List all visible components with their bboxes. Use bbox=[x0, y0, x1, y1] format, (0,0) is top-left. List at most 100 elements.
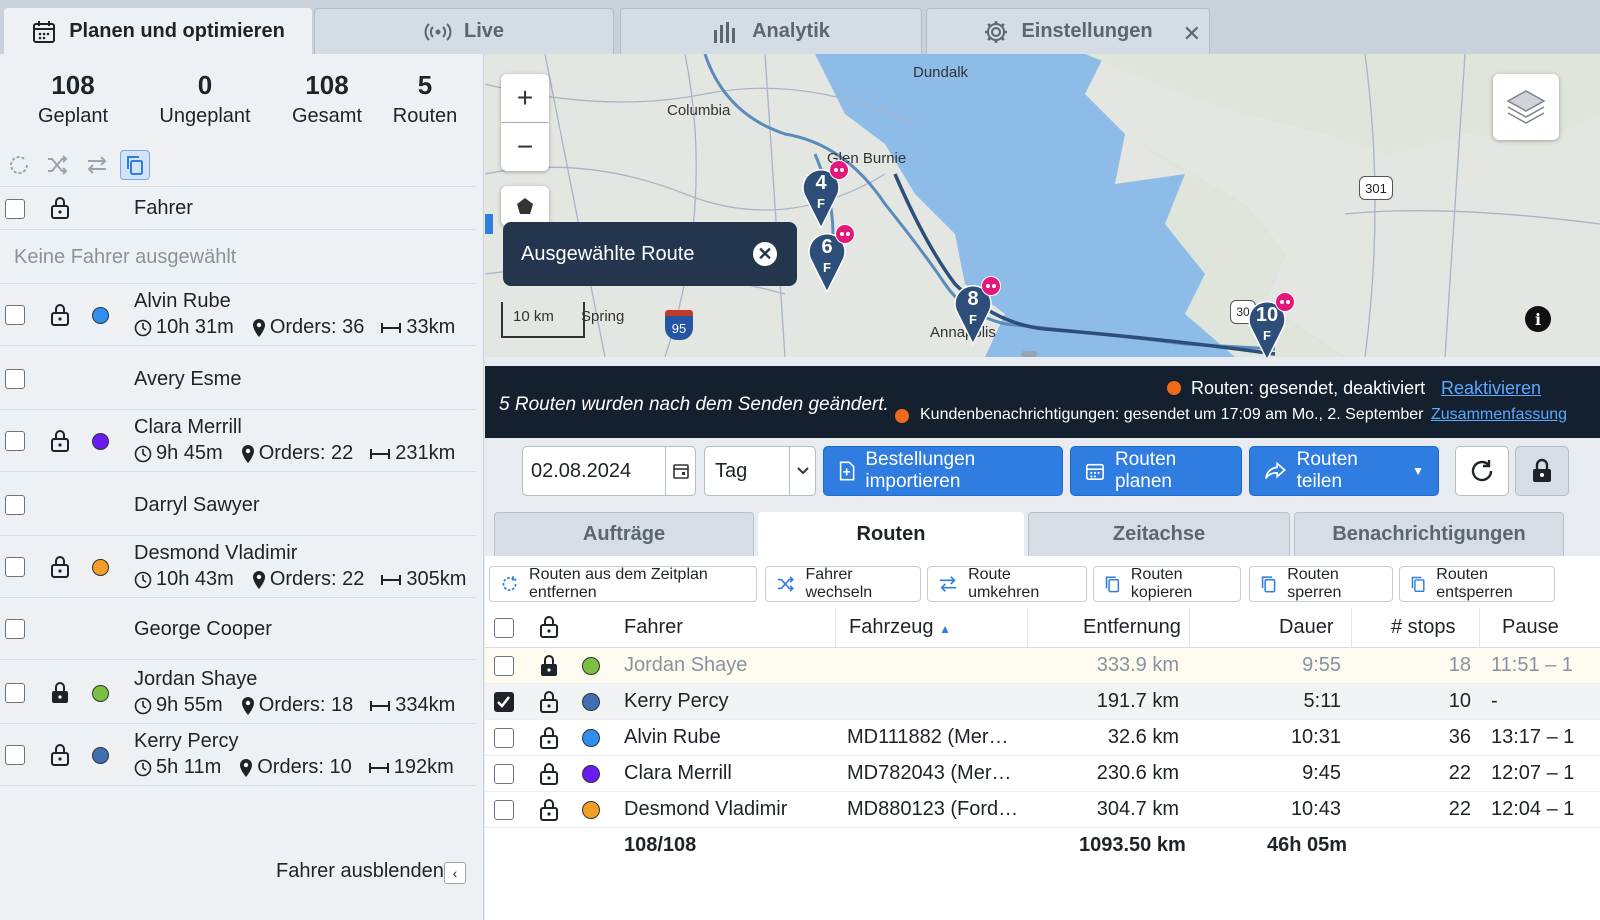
polygon-tool-button[interactable] bbox=[501, 186, 549, 226]
driver-row[interactable]: Darryl Sawyer bbox=[0, 474, 476, 536]
drivers-column-header[interactable]: Fahrer bbox=[134, 197, 193, 220]
tab-plan-optimize[interactable]: Planen und optimieren bbox=[4, 8, 312, 54]
route-checkbox[interactable] bbox=[494, 656, 514, 676]
driver-checkbox[interactable] bbox=[5, 305, 25, 325]
column-stops[interactable]: # stops bbox=[1391, 616, 1455, 639]
tab-timeline[interactable]: Zeitachse bbox=[1028, 512, 1290, 556]
lock-open-icon[interactable] bbox=[539, 690, 559, 714]
lock-icon[interactable] bbox=[539, 654, 559, 678]
copy-routes-button[interactable]: Routen kopieren bbox=[1093, 566, 1241, 602]
import-orders-button[interactable]: Bestellungen importieren bbox=[823, 446, 1063, 496]
lock-open-icon[interactable] bbox=[50, 429, 70, 453]
select-all-checkbox[interactable] bbox=[5, 199, 25, 219]
route-checkbox[interactable] bbox=[494, 692, 514, 712]
route-row[interactable]: Jordan Shaye 333.9 km 9:55 18 11:51 – 1 bbox=[485, 648, 1600, 684]
driver-row[interactable]: George Cooper bbox=[0, 598, 476, 660]
calendar-icon[interactable] bbox=[665, 447, 695, 495]
zoom-in-button[interactable]: + bbox=[501, 74, 549, 122]
plan-routes-button[interactable]: Routen planen bbox=[1070, 446, 1242, 496]
lock-open-icon[interactable] bbox=[50, 555, 70, 579]
lock-all-button[interactable] bbox=[1515, 446, 1569, 496]
driver-row[interactable]: Jordan Shaye 9h 55m Orders: 18 334km bbox=[0, 662, 476, 724]
driver-row[interactable]: Avery Esme bbox=[0, 348, 476, 410]
column-vehicle[interactable]: Fahrzeug ▲ bbox=[849, 616, 951, 639]
driver-checkbox[interactable] bbox=[5, 745, 25, 765]
column-distance[interactable]: Entfernung bbox=[1083, 616, 1181, 639]
totals-row: 108/108 1093.50 km 46h 05m bbox=[485, 828, 1600, 864]
driver-row[interactable]: Desmond Vladimir 10h 43m Orders: 22 305k… bbox=[0, 536, 476, 598]
tab-analytics[interactable]: Analytik bbox=[620, 8, 922, 54]
driver-checkbox[interactable] bbox=[5, 619, 25, 639]
driver-checkbox[interactable] bbox=[5, 431, 25, 451]
lock-open-icon[interactable] bbox=[50, 196, 70, 220]
stat-planned: 108 Geplant bbox=[37, 70, 109, 127]
route-stop-marker[interactable]: 8 F bbox=[953, 276, 1001, 346]
select-all-routes-checkbox[interactable] bbox=[494, 618, 514, 638]
column-duration[interactable]: Dauer bbox=[1279, 616, 1333, 639]
shuffle-icon[interactable] bbox=[42, 150, 72, 180]
route-stop-marker[interactable]: 6 F bbox=[807, 224, 855, 294]
date-field[interactable]: 02.08.2024 bbox=[522, 446, 696, 496]
route-color-dot bbox=[92, 432, 109, 450]
driver-checkbox[interactable] bbox=[5, 557, 25, 577]
plus-icon: + bbox=[516, 82, 534, 113]
chevron-down-icon bbox=[789, 447, 815, 495]
period-select[interactable]: Tag bbox=[704, 446, 816, 496]
driver-row[interactable]: Alvin Rube 10h 31m Orders: 36 33km bbox=[0, 284, 476, 346]
route-stop-marker[interactable]: 10 F bbox=[1247, 292, 1295, 357]
route-checkbox[interactable] bbox=[494, 800, 514, 820]
route-driver: Kerry Percy bbox=[624, 690, 729, 712]
copy-icon[interactable] bbox=[120, 150, 150, 180]
info-icon[interactable]: i bbox=[1525, 306, 1551, 332]
route-checkbox[interactable] bbox=[494, 728, 514, 748]
reactivate-link[interactable]: Reaktivieren bbox=[1441, 378, 1541, 399]
close-popup-icon[interactable]: ✕ bbox=[753, 242, 777, 266]
lock-open-icon[interactable] bbox=[539, 798, 559, 822]
lock-open-icon[interactable] bbox=[50, 743, 70, 767]
collapse-panel-button[interactable]: ‹ bbox=[444, 862, 466, 884]
route-row[interactable]: Kerry Percy 191.7 km 5:11 10 - bbox=[485, 684, 1600, 720]
remove-from-schedule-button[interactable]: Routen aus dem Zeitplan entfernen bbox=[489, 566, 757, 602]
refresh-icon bbox=[1471, 460, 1493, 482]
driver-checkbox[interactable] bbox=[5, 683, 25, 703]
routes-status-text: Routen: gesendet, deaktiviert bbox=[1191, 378, 1426, 398]
tab-orders[interactable]: Aufträge bbox=[494, 512, 754, 556]
summary-link[interactable]: Zusammenfassung bbox=[1431, 406, 1567, 424]
driver-row[interactable]: Kerry Percy 5h 11m Orders: 10 192km bbox=[0, 724, 476, 786]
refresh-icon[interactable] bbox=[4, 150, 34, 180]
tab-routes[interactable]: Routen bbox=[758, 512, 1024, 556]
route-map[interactable]: Dundalk Columbia Glen Burnie Annapolis S… bbox=[485, 54, 1600, 357]
lock-routes-button[interactable]: Routen sperren bbox=[1249, 566, 1393, 602]
column-pause[interactable]: Pause bbox=[1502, 616, 1559, 639]
unlock-routes-button[interactable]: Routen entsperren bbox=[1399, 566, 1555, 602]
route-checkbox[interactable] bbox=[494, 764, 514, 784]
tab-live[interactable]: Live bbox=[314, 8, 614, 54]
column-driver[interactable]: Fahrer bbox=[624, 616, 683, 639]
share-routes-button[interactable]: Routen teilen ▼ bbox=[1249, 446, 1439, 496]
reverse-route-button[interactable]: Route umkehren bbox=[927, 566, 1087, 602]
route-row[interactable]: Alvin Rube MD111882 (Mer… 32.6 km 10:31 … bbox=[485, 720, 1600, 756]
tab-settings[interactable]: Einstellungen ✕ bbox=[926, 8, 1210, 54]
change-driver-button[interactable]: Fahrer wechseln bbox=[765, 566, 921, 602]
zoom-out-button[interactable]: − bbox=[501, 123, 549, 171]
driver-checkbox[interactable] bbox=[5, 495, 25, 515]
map-resize-handle[interactable] bbox=[1021, 351, 1037, 357]
route-row[interactable]: Desmond Vladimir MD880123 (Ford… 304.7 k… bbox=[485, 792, 1600, 828]
tab-notifications[interactable]: Benachrichtigungen bbox=[1294, 512, 1564, 556]
driver-row[interactable]: Clara Merrill 9h 45m Orders: 22 231km bbox=[0, 410, 476, 472]
route-vehicle: MD880123 (Ford… bbox=[847, 798, 1019, 820]
action-label: Routen aus dem Zeitplan entfernen bbox=[529, 566, 708, 601]
refresh-button[interactable] bbox=[1455, 446, 1509, 496]
lock-icon[interactable] bbox=[50, 681, 70, 705]
route-row[interactable]: Clara Merrill MD782043 (Mer… 230.6 km 9:… bbox=[485, 756, 1600, 792]
lock-open-icon[interactable] bbox=[539, 762, 559, 786]
driver-checkbox[interactable] bbox=[5, 369, 25, 389]
close-icon[interactable]: ✕ bbox=[1183, 21, 1201, 47]
route-stop-marker[interactable]: 4 F bbox=[801, 160, 849, 230]
lock-open-icon[interactable] bbox=[539, 615, 559, 639]
lock-open-icon[interactable] bbox=[539, 726, 559, 750]
hide-drivers-label[interactable]: Fahrer ausblenden bbox=[276, 860, 444, 883]
layers-button[interactable] bbox=[1493, 74, 1559, 140]
swap-icon[interactable] bbox=[82, 150, 112, 180]
lock-open-icon[interactable] bbox=[50, 303, 70, 327]
